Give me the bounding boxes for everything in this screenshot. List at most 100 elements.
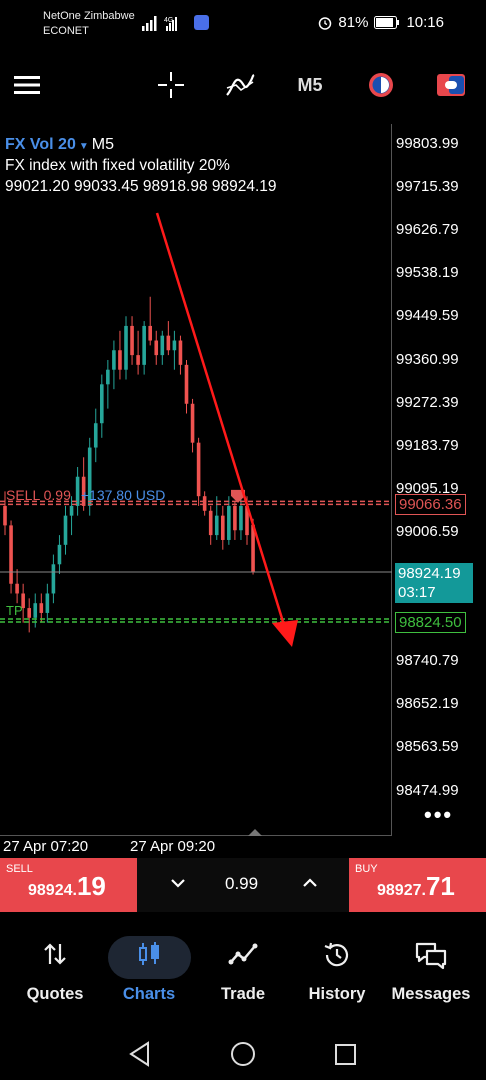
- buy-tag: BUY: [355, 863, 378, 875]
- nav-history-label: History: [308, 985, 366, 1003]
- volume-value[interactable]: 0.99: [225, 874, 258, 894]
- nav-quotes[interactable]: Quotes: [7, 928, 103, 1008]
- indicators-icon: [226, 74, 255, 96]
- candle-body: [154, 340, 159, 356]
- annotation-arrow-head: [272, 620, 298, 647]
- status-bar: NetOne Zimbabwe ECONET 4G 81% 10:16: [0, 0, 486, 46]
- candle-body: [9, 525, 13, 584]
- indicators-button[interactable]: [222, 60, 258, 110]
- crosshair-icon: [158, 72, 184, 98]
- symbol-timeframe: M5: [91, 136, 114, 153]
- clock: 10:16: [406, 14, 444, 31]
- candle-body: [51, 564, 56, 594]
- price-scale-label: 99449.59: [396, 307, 459, 325]
- recents-icon[interactable]: [335, 1044, 356, 1065]
- history-icon: [324, 942, 349, 967]
- symbol-caret-icon[interactable]: ▼: [79, 141, 89, 152]
- price-scale-label: 99715.39: [396, 178, 459, 196]
- trade-icon: [228, 943, 258, 965]
- symbol-name[interactable]: FX Vol 20: [5, 136, 76, 153]
- volume-decrease-icon[interactable]: [167, 872, 189, 894]
- sell-button[interactable]: SELL 98924.19: [0, 858, 137, 912]
- nav-history[interactable]: History: [289, 928, 385, 1008]
- candle-body: [214, 515, 219, 536]
- candle-body: [15, 583, 19, 594]
- candle-body: [190, 403, 195, 443]
- sell-price: 98924.19: [28, 871, 106, 902]
- candle-body: [227, 505, 231, 540]
- candle-body: [221, 515, 225, 540]
- account-icon: [437, 74, 465, 96]
- nav-charts[interactable]: Charts: [101, 928, 197, 1008]
- candle-body: [166, 335, 171, 351]
- price-scale-label: 98740.79: [396, 652, 459, 670]
- quotes-icon: [44, 943, 66, 965]
- candle-body: [3, 505, 7, 526]
- candle-body: [33, 603, 38, 618]
- nav-messages[interactable]: Messages: [383, 928, 479, 1008]
- candle-body: [233, 505, 237, 531]
- price-scale-label: 99626.79: [396, 221, 459, 239]
- candle-body: [148, 325, 152, 341]
- svg-text:4G: 4G: [164, 17, 173, 24]
- buy-price-main: 98927.: [377, 882, 426, 899]
- sell-order-volume: SELL 0.99: [6, 487, 71, 503]
- candle-body: [45, 593, 50, 613]
- one-click-trade-bar: SELL 98924.19 0.99 BUY 98927.71: [0, 858, 486, 912]
- back-icon[interactable]: [129, 1041, 149, 1067]
- sell-price-pips: 19: [76, 871, 106, 901]
- bar-timer: 03:17: [398, 584, 436, 601]
- candle-body: [112, 350, 116, 370]
- buy-button[interactable]: BUY 98927.71: [349, 858, 486, 912]
- candle-body: [69, 505, 74, 516]
- buy-price-pips: 71: [425, 871, 455, 901]
- candle-body: [202, 496, 207, 511]
- candle-body: [100, 384, 104, 424]
- candle-body: [63, 515, 68, 545]
- account-button[interactable]: [434, 60, 468, 110]
- candle-body: [57, 544, 62, 565]
- volume-control: 0.99: [137, 858, 349, 912]
- candle-body: [27, 608, 31, 618]
- current-price: 98924.19: [398, 565, 461, 582]
- candle-body: [124, 325, 128, 370]
- chart-toolbar: M5: [0, 60, 486, 110]
- candle-body: [196, 442, 201, 497]
- symbol-description: FX index with fixed volatility 20%: [5, 157, 230, 174]
- candle-body: [106, 369, 110, 385]
- time-label-2: 27 Apr 09:20: [130, 838, 216, 855]
- price-scale-label: 99272.39: [396, 393, 459, 411]
- chart-scroll-marker: [248, 829, 262, 836]
- nav-charts-label: Charts: [122, 985, 176, 1003]
- one-click-trading-button[interactable]: [364, 60, 398, 110]
- price-scale-label: 98474.99: [396, 781, 459, 799]
- candle-body: [118, 350, 122, 370]
- price-scale-label: 99006.59: [396, 522, 459, 540]
- candle-body: [130, 325, 134, 356]
- messages-icon: [415, 942, 447, 970]
- take-profit-label[interactable]: TP: [6, 603, 23, 618]
- volume-increase-icon[interactable]: [299, 872, 321, 894]
- more-options-icon[interactable]: •••: [424, 802, 453, 828]
- timeframe-button[interactable]: M5: [290, 60, 330, 110]
- carrier-name-1: NetOne Zimbabwe: [43, 10, 135, 22]
- price-scale-label: 98563.59: [396, 738, 459, 756]
- menu-button[interactable]: [10, 60, 44, 110]
- nav-trade[interactable]: Trade: [195, 928, 291, 1008]
- signal-icon: 4G: [142, 15, 209, 31]
- candle-body: [178, 340, 183, 365]
- carrier-name-2: ECONET: [43, 25, 89, 37]
- battery-percent: 81%: [338, 14, 369, 31]
- candle-body: [184, 364, 189, 404]
- chart-symbol-header[interactable]: FX Vol 20 ▼ M5: [5, 136, 114, 154]
- nav-messages-label: Messages: [391, 985, 471, 1003]
- candle-body: [142, 325, 146, 365]
- annotation-arrow-line: [155, 212, 290, 639]
- sell-order-price-tag: 99066.36: [395, 494, 466, 515]
- sell-order-label[interactable]: SELL 0.99 +137.80 USD: [6, 487, 165, 503]
- crosshair-button[interactable]: [154, 60, 188, 110]
- price-scale-label: 98652.19: [396, 695, 459, 713]
- home-icon[interactable]: [231, 1042, 255, 1066]
- sell-order-profit: +137.80 USD: [80, 487, 166, 503]
- nav-quotes-label: Quotes: [26, 985, 84, 1003]
